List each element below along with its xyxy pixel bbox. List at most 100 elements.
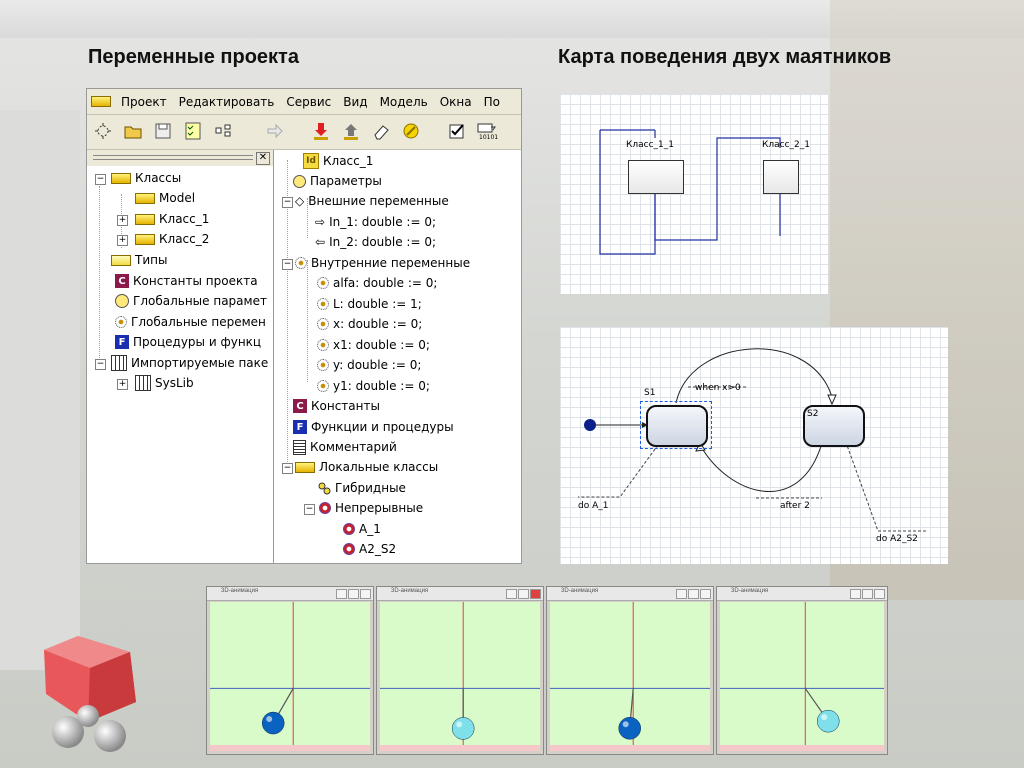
minimize-icon[interactable] <box>676 589 687 599</box>
tree-item-project-constants[interactable]: C Константы проекта <box>115 271 258 291</box>
new-project-icon[interactable] <box>91 119 115 143</box>
tree-item-continuous[interactable]: Непрерывные <box>319 498 423 518</box>
tree-item-class-1-root[interactable]: Id Класс_1 <box>303 151 373 171</box>
do-a2-s2-label: do A2_S2 <box>876 534 918 544</box>
tree-item-comment[interactable]: Комментарий <box>293 437 397 457</box>
tree-item-class-1[interactable]: Класс_1 <box>135 209 209 229</box>
class-2-block[interactable] <box>763 160 799 194</box>
tree-item-var-l[interactable]: L: double := 1; <box>317 294 422 314</box>
menu-model[interactable]: Модель <box>374 95 434 109</box>
floor-strip <box>380 745 540 751</box>
input-arrow-icon: ⇨ <box>315 215 326 229</box>
tree-item-classes[interactable]: Классы <box>111 168 181 188</box>
tree-item-var-x[interactable]: x: double := 0; <box>317 314 422 334</box>
tree-item-local-classes[interactable]: Локальные классы <box>295 457 438 477</box>
maximize-icon[interactable] <box>688 589 699 599</box>
close-icon[interactable] <box>360 589 371 599</box>
expand-classes[interactable]: − <box>95 174 106 185</box>
tree-item-model[interactable]: Model <box>135 188 195 208</box>
expand-syslib[interactable]: + <box>117 379 128 390</box>
structure-icon[interactable] <box>211 119 235 143</box>
maximize-icon[interactable] <box>348 589 359 599</box>
maximize-icon[interactable] <box>862 589 873 599</box>
close-icon[interactable] <box>874 589 885 599</box>
state-s1-selection-handles <box>640 401 712 449</box>
tree-item-a2-s2[interactable]: A2_S2 <box>343 539 396 559</box>
structure-links <box>599 129 781 255</box>
class-1-block[interactable] <box>628 160 684 194</box>
menu-help[interactable]: По <box>478 95 506 109</box>
tree-item-in-1[interactable]: ⇨ In_1: double := 0; <box>315 212 436 232</box>
menu-project[interactable]: Проект <box>115 95 173 109</box>
forward-arrow-icon[interactable] <box>263 119 287 143</box>
tree-item-var-y1[interactable]: y1: double := 0; <box>317 376 430 396</box>
class-1-label: Класс_1_1 <box>626 140 675 150</box>
animation-viewport <box>720 602 884 751</box>
expand-class-1[interactable]: + <box>117 215 128 226</box>
folder-icon <box>111 172 131 184</box>
minimize-icon[interactable] <box>506 589 517 599</box>
state-s2-label: S2 <box>807 409 819 419</box>
menu-bar: Проект Редактировать Сервис Вид Модель О… <box>87 89 521 115</box>
expand-local-classes[interactable]: − <box>282 463 293 474</box>
tree-item-in-2[interactable]: ⇦ In_2: double := 0; <box>315 232 436 252</box>
upload-icon[interactable] <box>339 119 363 143</box>
save-icon[interactable] <box>151 119 175 143</box>
close-icon[interactable] <box>700 589 711 599</box>
checklist-icon[interactable] <box>181 119 205 143</box>
do-a1-label: do A_1 <box>578 501 609 511</box>
tree-item-syslib[interactable]: SysLib <box>135 373 194 393</box>
tree-item-external-vars[interactable]: ◇ Внешние переменные <box>295 191 449 211</box>
tree-item-var-y[interactable]: y: double := 0; <box>317 355 421 375</box>
expand-class-2[interactable]: + <box>117 235 128 246</box>
state-transitions <box>578 348 928 532</box>
expand-external-vars[interactable]: − <box>282 197 293 208</box>
variable-icon <box>295 257 307 269</box>
open-folder-icon[interactable] <box>121 119 145 143</box>
tree-item-internal-vars[interactable]: Внутренние переменные <box>295 253 470 273</box>
expand-imports[interactable]: − <box>95 359 106 370</box>
svg-text:10101: 10101 <box>479 134 498 141</box>
parameter-icon <box>293 174 306 188</box>
tree-item-global-params[interactable]: Глобальные парамет <box>115 291 267 311</box>
tree-item-var-x1[interactable]: x1: double := 0; <box>317 335 430 355</box>
menu-edit[interactable]: Редактировать <box>173 95 281 109</box>
ball-highlight <box>266 716 273 723</box>
tree-item-a-1[interactable]: A_1 <box>343 519 381 539</box>
comment-icon <box>293 439 306 455</box>
eraser-icon[interactable] <box>369 119 393 143</box>
tree-item-class-2[interactable]: Класс_2 <box>135 229 209 249</box>
maximize-icon[interactable] <box>518 589 529 599</box>
constant-icon: C <box>293 399 307 413</box>
download-icon[interactable] <box>309 119 333 143</box>
stop-icon[interactable] <box>399 119 423 143</box>
tree-item-global-vars[interactable]: Глобальные перемен <box>115 312 266 332</box>
constant-icon: C <box>115 274 129 288</box>
close-icon[interactable] <box>530 589 541 599</box>
tree-item-constants[interactable]: C Константы <box>293 396 380 416</box>
floor-strip <box>210 745 370 751</box>
variable-icon <box>115 316 127 328</box>
menu-view[interactable]: Вид <box>337 95 373 109</box>
tree-item-procedures[interactable]: F Процедуры и функц <box>115 332 261 352</box>
tree-item-functions[interactable]: F Функции и процедуры <box>293 417 454 437</box>
check-icon[interactable] <box>445 119 469 143</box>
expand-internal-vars[interactable]: − <box>282 259 293 270</box>
tree-item-parameters[interactable]: Параметры <box>293 171 382 191</box>
binary-export-icon[interactable]: 10101 <box>475 119 499 143</box>
minimize-icon[interactable] <box>850 589 861 599</box>
heading-behavior-map: Карта поведения двух маятников <box>558 46 892 68</box>
menu-service[interactable]: Сервис <box>280 95 337 109</box>
tree-item-types[interactable]: Типы <box>111 250 167 270</box>
tree-item-var-alfa[interactable]: alfa: double := 0; <box>317 273 437 293</box>
menu-windows[interactable]: Окна <box>434 95 478 109</box>
expand-continuous[interactable]: − <box>304 504 315 515</box>
toolbar: 10101 <box>87 115 521 150</box>
tree-item-imported-packages[interactable]: Импортируемые паке <box>111 353 268 373</box>
pendulum-ball <box>261 711 285 735</box>
tree-item-hybrid[interactable]: Гибридные <box>317 478 406 498</box>
transition-after-label: after 2 <box>780 501 810 511</box>
close-pane-icon[interactable]: ✕ <box>256 152 270 165</box>
pendulum-ball <box>816 709 840 733</box>
minimize-icon[interactable] <box>336 589 347 599</box>
